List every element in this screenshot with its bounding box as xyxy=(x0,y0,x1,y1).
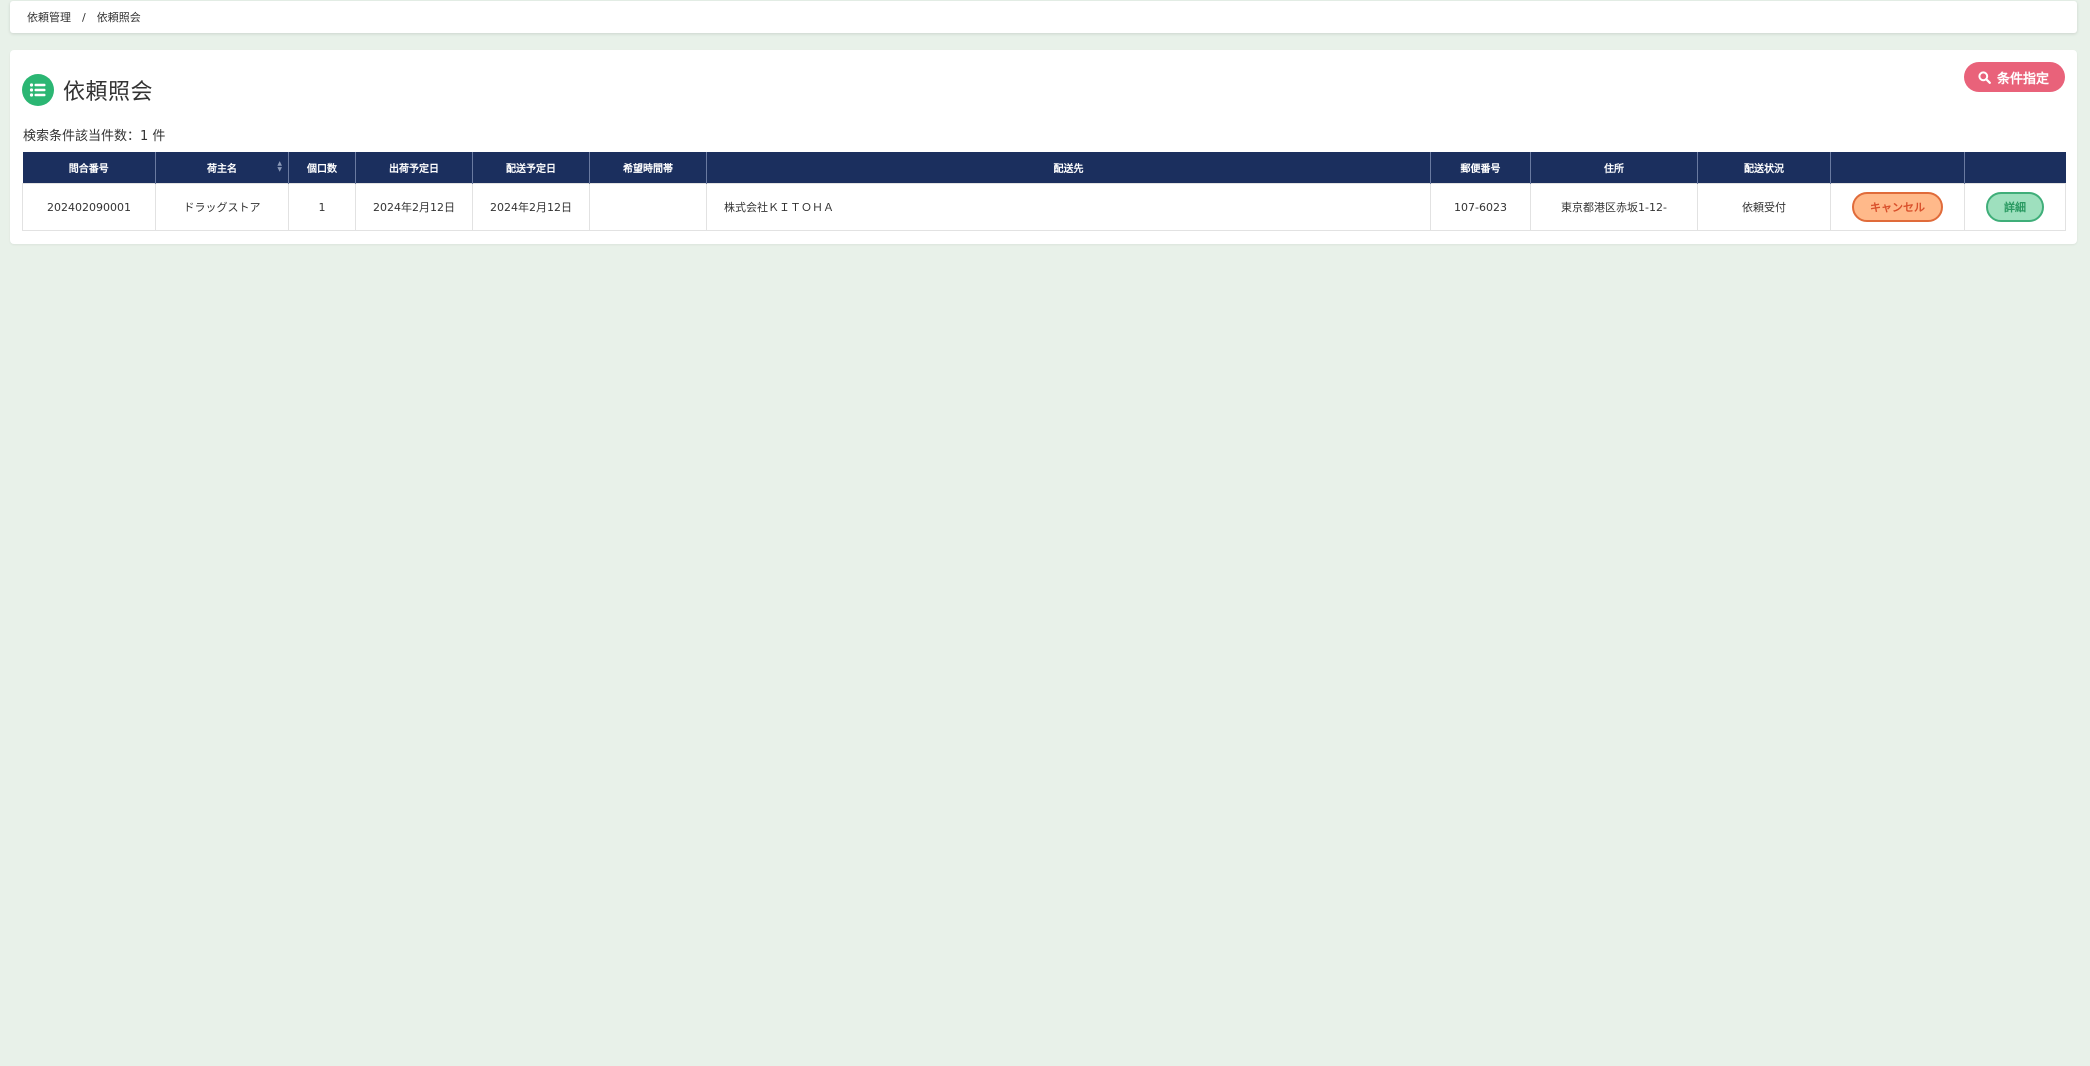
cancel-button[interactable]: キャンセル xyxy=(1852,192,1943,222)
list-icon xyxy=(22,74,54,106)
column-header-status[interactable]: 配送状況 xyxy=(1697,152,1831,184)
results-table: 問合番号 荷主名 ▲ ▼ 個口数 出荷予定日 配送予定日 希望時間帯 配送先 郵便… xyxy=(22,152,2066,231)
cell-cancel: キャンセル xyxy=(1830,183,1965,231)
cell-postal-code: 107-6023 xyxy=(1430,183,1531,231)
cell-pieces: 1 xyxy=(288,183,356,231)
main-panel: 依頼照会 条件指定 検索条件該当件数：1 件 問合番号 荷主名 ▲ ▼ 個口数 … xyxy=(10,50,2077,244)
cell-time-slot xyxy=(589,183,707,231)
search-conditions-button[interactable]: 条件指定 xyxy=(1963,62,2065,92)
column-header-time-slot[interactable]: 希望時間帯 xyxy=(589,152,707,184)
cell-shipper: ドラッグストア xyxy=(155,183,289,231)
cell-destination: 株式会社ＫＩＴＯＨＡ xyxy=(706,183,1431,231)
column-header-destination[interactable]: 配送先 xyxy=(706,152,1431,184)
result-count: 検索条件該当件数：1 件 xyxy=(23,129,166,144)
breadcrumb-item-request-management[interactable]: 依頼管理 xyxy=(27,9,71,25)
column-header-address[interactable]: 住所 xyxy=(1530,152,1698,184)
column-header-delivery-date[interactable]: 配送予定日 xyxy=(472,152,590,184)
cell-ship-date: 2024年2月12日 xyxy=(355,183,473,231)
breadcrumb: 依頼管理 / 依頼照会 xyxy=(10,1,2077,33)
sort-icon[interactable]: ▲ ▼ xyxy=(277,161,282,173)
column-header-shipper-label: 荷主名 xyxy=(207,164,237,175)
column-header-pieces[interactable]: 個口数 xyxy=(288,152,356,184)
table-row: 202402090001 ドラッグストア 1 2024年2月12日 2024年2… xyxy=(22,183,2066,231)
search-icon xyxy=(1978,70,1991,84)
title-row: 依頼照会 xyxy=(22,74,153,106)
column-header-inquiry-no[interactable]: 問合番号 xyxy=(22,152,156,184)
breadcrumb-item-request-inquiry: 依頼照会 xyxy=(96,11,141,24)
page-title: 依頼照会 xyxy=(63,80,154,105)
search-button-label: 条件指定 xyxy=(1996,71,2049,87)
cell-detail: 詳細 xyxy=(1964,183,2066,231)
detail-button[interactable]: 詳細 xyxy=(1986,192,2044,222)
cell-inquiry-no: 202402090001 xyxy=(22,183,156,231)
column-header-cancel xyxy=(1830,152,1965,184)
column-header-ship-date[interactable]: 出荷予定日 xyxy=(355,152,473,184)
column-header-detail xyxy=(1964,152,2066,184)
breadcrumb-separator: / xyxy=(82,10,86,24)
cell-delivery-date: 2024年2月12日 xyxy=(472,183,590,231)
cell-address: 東京都港区赤坂1-12- xyxy=(1530,183,1698,231)
table-header-row: 問合番号 荷主名 ▲ ▼ 個口数 出荷予定日 配送予定日 希望時間帯 配送先 郵便… xyxy=(22,152,2066,184)
column-header-shipper[interactable]: 荷主名 ▲ ▼ xyxy=(155,152,289,184)
cell-status: 依頼受付 xyxy=(1697,183,1831,231)
column-header-postal-code[interactable]: 郵便番号 xyxy=(1430,152,1531,184)
